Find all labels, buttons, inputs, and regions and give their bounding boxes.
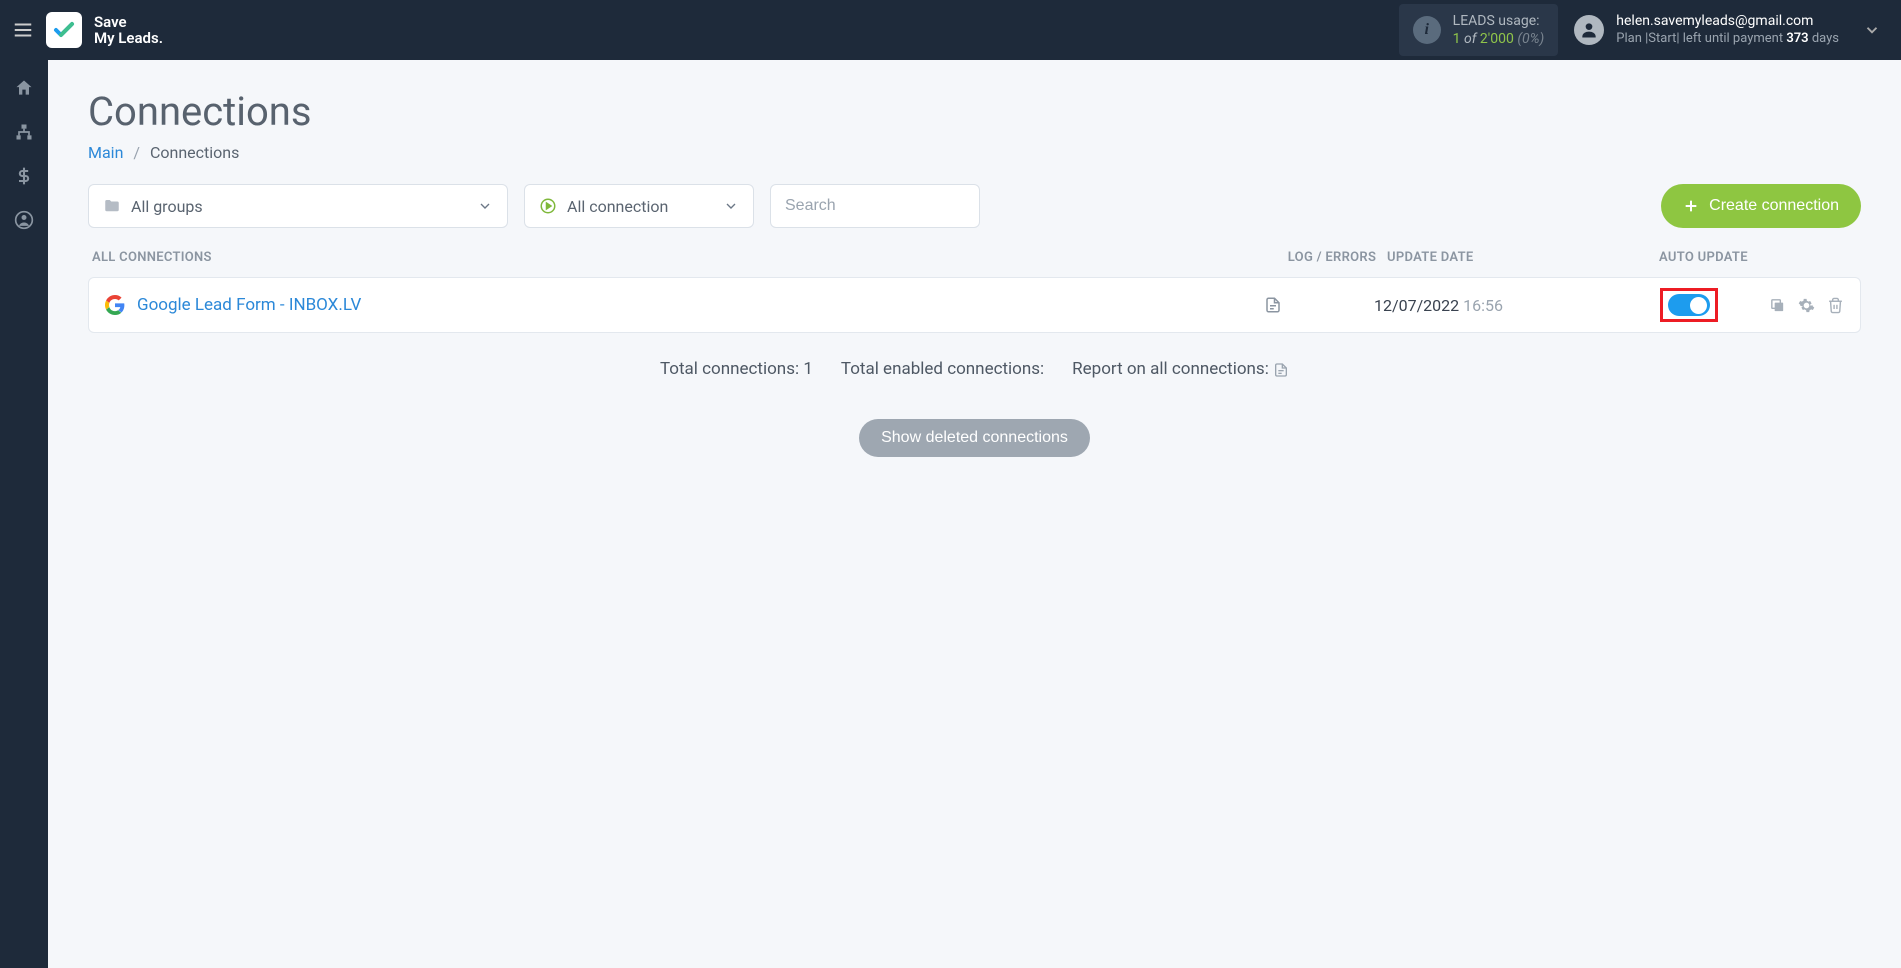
copy-button[interactable]: [1769, 297, 1786, 314]
connection-filter-select[interactable]: All connection: [524, 184, 754, 228]
create-connection-button[interactable]: Create connection: [1661, 184, 1861, 228]
gear-icon: [1798, 297, 1815, 314]
chevron-down-icon: [477, 198, 493, 214]
connection-name-link[interactable]: Google Lead Form - INBOX.LV: [137, 295, 361, 315]
trash-icon: [1827, 297, 1844, 314]
col-header-name: ALL CONNECTIONS: [92, 250, 1277, 265]
breadcrumb: Main / Connections: [88, 143, 1861, 162]
sidebar-item-home[interactable]: [14, 78, 34, 98]
user-plan: Plan |Start| left until payment 373 days: [1616, 31, 1839, 48]
sidebar: [0, 60, 48, 968]
summary: Total connections: 1 Total enabled conne…: [88, 359, 1861, 379]
home-icon: [14, 78, 34, 98]
google-icon: [105, 295, 125, 315]
topbar: Save My Leads. i LEADS usage: 1 of 2'000…: [0, 0, 1901, 60]
highlight-frame: [1660, 288, 1718, 322]
breadcrumb-current: Connections: [150, 143, 239, 162]
groups-select[interactable]: All groups: [88, 184, 508, 228]
menu-toggle[interactable]: [12, 19, 34, 41]
report-download[interactable]: [1273, 362, 1289, 378]
user-email: helen.savemyleads@gmail.com: [1616, 12, 1839, 30]
col-header-date: UPDATE DATE: [1387, 250, 1587, 265]
sidebar-item-billing[interactable]: [14, 166, 34, 186]
update-date: 12/07/2022 16:56: [1374, 296, 1574, 315]
dollar-icon: [14, 166, 34, 186]
page-title: Connections: [88, 88, 1861, 135]
plus-icon: [1683, 198, 1699, 214]
info-icon: i: [1413, 16, 1441, 44]
usage-label: LEADS usage:: [1453, 12, 1545, 30]
search-input[interactable]: [785, 197, 965, 215]
table-row: Google Lead Form - INBOX.LV 12/07/2022 1…: [88, 277, 1861, 333]
breadcrumb-main[interactable]: Main: [88, 143, 123, 162]
search-box[interactable]: [770, 184, 980, 228]
col-header-log: LOG / ERRORS: [1277, 250, 1387, 265]
folder-icon: [103, 197, 121, 215]
avatar: [1574, 15, 1604, 45]
main-content: Connections Main / Connections All group…: [48, 60, 1901, 968]
chevron-down-icon: [1863, 21, 1881, 39]
auto-update-toggle[interactable]: [1668, 294, 1710, 316]
user-menu-toggle[interactable]: [1855, 21, 1889, 39]
logo[interactable]: [46, 12, 82, 48]
copy-icon: [1769, 297, 1786, 314]
sitemap-icon: [14, 122, 34, 142]
person-icon: [1579, 20, 1599, 40]
table-header: ALL CONNECTIONS LOG / ERRORS UPDATE DATE…: [88, 250, 1861, 277]
hamburger-icon: [12, 19, 34, 41]
settings-button[interactable]: [1798, 297, 1815, 314]
sidebar-item-connections[interactable]: [14, 122, 34, 142]
leads-usage[interactable]: i LEADS usage: 1 of 2'000 (0%): [1399, 4, 1559, 56]
document-icon: [1273, 362, 1289, 378]
connection-filter-label: All connection: [567, 197, 668, 216]
show-deleted-button[interactable]: Show deleted connections: [859, 419, 1090, 457]
log-button[interactable]: [1264, 296, 1374, 314]
document-icon: [1264, 296, 1282, 314]
play-circle-icon: [539, 197, 557, 215]
user-menu[interactable]: helen.savemyleads@gmail.com Plan |Start|…: [1574, 12, 1839, 47]
chevron-down-icon: [723, 198, 739, 214]
sidebar-item-account[interactable]: [14, 210, 34, 230]
user-circle-icon: [14, 210, 34, 230]
delete-button[interactable]: [1827, 297, 1844, 314]
logo-text: Save My Leads.: [94, 14, 163, 47]
checkmark-icon: [52, 18, 76, 42]
groups-select-label: All groups: [131, 197, 203, 216]
usage-values: 1 of 2'000 (0%): [1453, 30, 1545, 48]
col-header-auto: AUTO UPDATE: [1647, 250, 1757, 265]
